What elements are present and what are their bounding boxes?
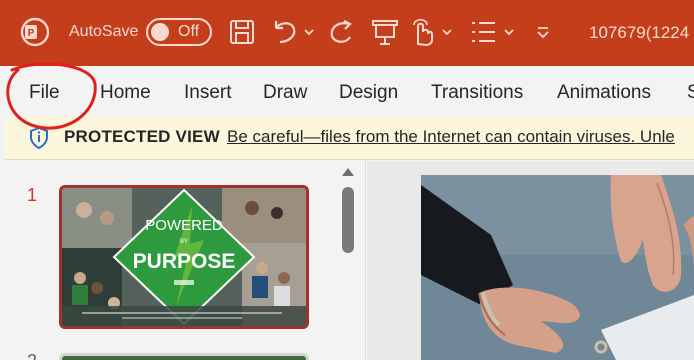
tab-animations[interactable]: Animations [557, 82, 651, 104]
touch-dropdown-icon[interactable] [440, 16, 454, 48]
thumbnail-scrollbar[interactable] [342, 187, 354, 253]
tab-transitions[interactable]: Transitions [431, 82, 523, 104]
autosave-label: AutoSave [69, 23, 139, 40]
tab-home[interactable]: Home [100, 82, 151, 104]
title-bar: P AutoSave Off 107679(1224 [0, 0, 694, 66]
current-slide-canvas[interactable] [421, 175, 694, 360]
save-icon[interactable] [228, 16, 256, 48]
powerpoint-logo-icon[interactable]: P [20, 17, 50, 47]
slide-1-title-bottom: PURPOSE [133, 250, 236, 273]
slide-number-1: 1 [27, 185, 38, 205]
ribbon-tabs: File Home Insert Draw Design Transitions… [0, 66, 694, 116]
shield-icon [30, 127, 48, 149]
present-icon[interactable] [370, 16, 400, 48]
slide-1-title-by: BY [180, 239, 188, 245]
slide-editing-area[interactable] [367, 161, 694, 360]
bullets-icon[interactable] [468, 16, 498, 48]
slide-thumbnail-1[interactable]: POWERED BY PURPOSE [59, 185, 309, 329]
slide-1-preview: POWERED BY PURPOSE [62, 188, 306, 326]
tab-draw[interactable]: Draw [263, 82, 307, 104]
toggle-knob [151, 23, 169, 41]
autosave-toggle[interactable]: Off [146, 18, 212, 46]
undo-dropdown-icon[interactable] [302, 16, 316, 48]
tab-design[interactable]: Design [339, 82, 398, 104]
slide-photo-image [421, 175, 694, 360]
slide-1-title-top: POWERED [145, 217, 223, 234]
protected-view-message[interactable]: Be careful—files from the Internet can c… [227, 127, 675, 147]
touch-mode-icon[interactable] [410, 16, 436, 48]
slide-number-2: 2 [27, 351, 37, 360]
slide-thumbnail-pane[interactable]: 1 POWERED BY PURPOSE [0, 161, 366, 360]
tab-insert[interactable]: Insert [184, 82, 232, 104]
redo-icon[interactable] [326, 16, 356, 48]
autosave-state: Off [178, 23, 200, 40]
slide-thumbnail-2[interactable] [59, 353, 309, 360]
protected-view-bar: PROTECTED VIEW Be careful—files from the… [5, 116, 694, 160]
undo-icon[interactable] [270, 16, 300, 48]
tab-file[interactable]: File [29, 82, 60, 104]
protected-view-title: PROTECTED VIEW [64, 127, 220, 146]
bullets-dropdown-icon[interactable] [502, 16, 516, 48]
document-title[interactable]: 107679(1224 [589, 23, 689, 43]
customize-toolbar-icon[interactable] [535, 16, 551, 48]
tab-slideshow[interactable]: S [687, 82, 694, 104]
svg-text:P: P [28, 28, 35, 39]
scroll-up-arrow-icon[interactable] [342, 168, 354, 176]
